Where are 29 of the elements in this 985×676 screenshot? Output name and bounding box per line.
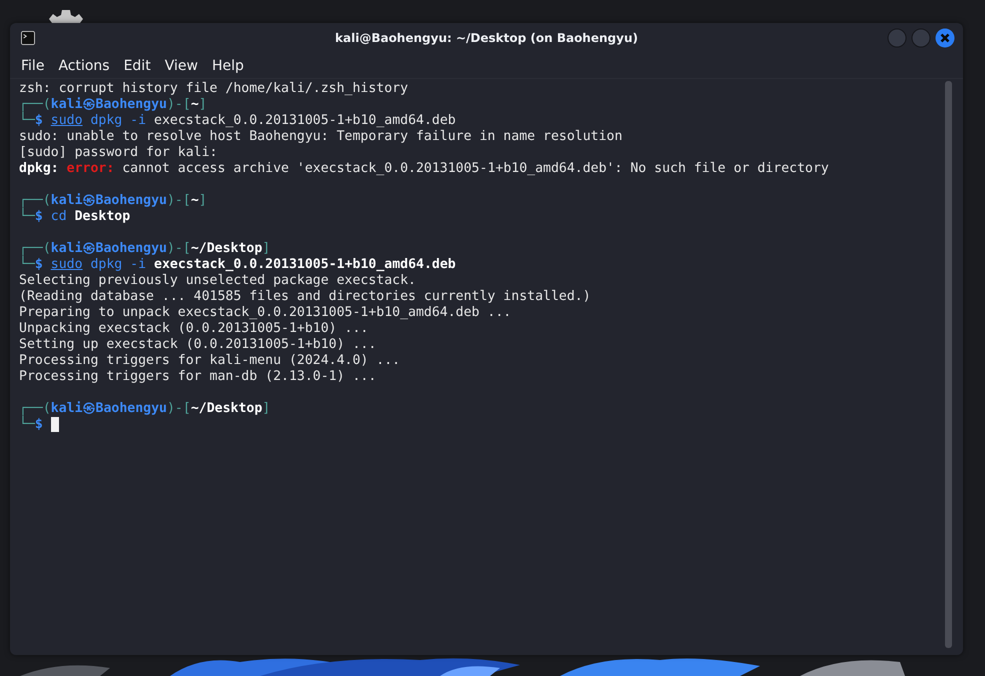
terminal-line: ┌──(kali㉿Baohengyu)-[~] — [19, 193, 208, 208]
terminal-line: dpkg: error: cannot access archive 'execstack_0.0.20131005-1+b10_amd64.deb': No such file or directory — [19, 161, 830, 177]
terminal-line: sudo: unable to resolve host Baohengyu: Temporary failure in name resolution — [19, 129, 624, 145]
terminal-line: └─$ — [19, 417, 44, 432]
terminal-line: (Reading database ... 401585 files and directories currently installed.) — [19, 289, 592, 305]
terminal-line: [sudo] password for kali: — [19, 145, 218, 161]
terminal-line: zsh: corrupt history file /home/kali/.zsh_history — [19, 81, 410, 97]
menu-item[interactable]: Edit — [116, 56, 158, 76]
minimize-button[interactable] — [887, 28, 907, 48]
terminal-line: Processing triggers for kali-menu (2024.4.0) ... — [19, 353, 402, 369]
terminal-line: Processing triggers for man-db (2.13.0-1) ... — [19, 369, 378, 385]
menu-item[interactable]: Actions — [51, 56, 117, 76]
scrollbar-thumb[interactable] — [945, 81, 952, 648]
terminal-line: Setting up execstack (0.0.20131005-1+b10) ... — [19, 337, 378, 353]
window-title: kali@Baohengyu: ~/Desktop (on Baohengyu) — [335, 31, 638, 45]
terminal-line: └─$ cd Desktop — [19, 209, 132, 225]
close-button[interactable] — [935, 28, 955, 48]
menu-item[interactable]: File — [14, 56, 52, 76]
terminal-line: ┌──(kali㉿Baohengyu)-[~/Desktop] — [19, 241, 272, 256]
terminal-line: Unpacking execstack (0.0.20131005-1+b10) ... — [19, 321, 370, 337]
terminal-line: └─$ sudo dpkg -i execstack_0.0.20131005-1+b10_amd64.deb — [19, 257, 457, 273]
terminal-line: └─$ sudo dpkg -i execstack_0.0.20131005-1+b10_amd64.deb — [19, 113, 457, 129]
terminal-line: ┌──(kali㉿Baohengyu)-[~] — [19, 97, 208, 112]
menu-item[interactable]: Help — [204, 56, 251, 76]
terminal-line: Selecting previously unselected package execstack. — [19, 273, 417, 289]
terminal-line: Preparing to unpack execstack_0.0.20131005-1+b10_amd64.deb ... — [19, 305, 512, 321]
menu-item[interactable]: View — [158, 56, 205, 76]
terminal-icon — [21, 31, 35, 45]
terminal-line: ┌──(kali㉿Baohengyu)-[~/Desktop] — [19, 401, 272, 416]
